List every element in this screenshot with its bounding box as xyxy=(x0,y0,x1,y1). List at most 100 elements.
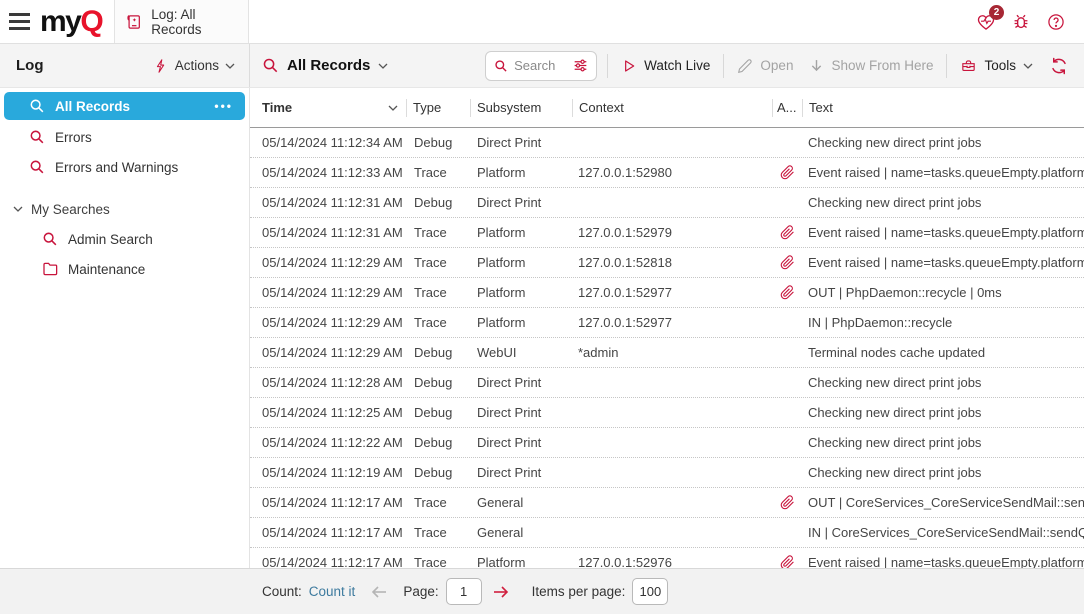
table-header-row: Time Type Subsystem Context A... Text xyxy=(250,88,1084,128)
log-row[interactable]: 05/14/2024 11:12:28 AM Debug Direct Prin… xyxy=(250,368,1084,398)
log-row[interactable]: 05/14/2024 11:12:22 AM Debug Direct Prin… xyxy=(250,428,1084,458)
cell-context: 127.0.0.1:52979 xyxy=(572,225,772,240)
log-row[interactable]: 05/14/2024 11:12:31 AM Trace Platform 12… xyxy=(250,218,1084,248)
cell-type: Trace xyxy=(406,315,470,330)
show-from-here-label: Show From Here xyxy=(831,58,933,73)
next-page-button[interactable] xyxy=(493,586,509,598)
items-per-page-input[interactable] xyxy=(632,578,668,605)
logo-text-my: my xyxy=(40,5,80,39)
sidebar-item-admin-search[interactable]: Admin Search xyxy=(0,224,249,254)
column-header-time[interactable]: Time xyxy=(250,99,406,117)
sidebar: All Records ••• Errors Errors and Warnin… xyxy=(0,88,250,568)
cell-context: 127.0.0.1:52980 xyxy=(572,165,772,180)
search-icon xyxy=(29,129,45,145)
column-header-attachment[interactable]: A... xyxy=(772,99,802,117)
search-icon xyxy=(29,98,45,114)
cell-subsystem: General xyxy=(470,495,572,510)
sidebar-item-errors[interactable]: Errors xyxy=(0,122,249,152)
paperclip-icon xyxy=(780,285,795,300)
tools-label: Tools xyxy=(984,58,1016,73)
sidebar-section-label: My Searches xyxy=(31,202,110,217)
help-button[interactable] xyxy=(1046,12,1066,32)
page-number-input[interactable] xyxy=(446,578,482,605)
sidebar-section-my-searches[interactable]: My Searches xyxy=(0,194,249,224)
toolbar-left: Log Actions xyxy=(0,44,250,87)
count-it-link[interactable]: Count it xyxy=(309,584,356,599)
cell-text: OUT | CoreServices_CoreServiceSendMail::… xyxy=(802,495,1084,510)
content-area: All Records ••• Errors Errors and Warnin… xyxy=(0,88,1084,568)
log-row[interactable]: 05/14/2024 11:12:33 AM Trace Platform 12… xyxy=(250,158,1084,188)
sidebar-item-maintenance[interactable]: Maintenance xyxy=(0,254,249,284)
cell-context: 127.0.0.1:52977 xyxy=(572,285,772,300)
log-row[interactable]: 05/14/2024 11:12:34 AM Debug Direct Prin… xyxy=(250,128,1084,158)
column-header-subsystem[interactable]: Subsystem xyxy=(470,99,572,117)
cell-attachment xyxy=(772,465,802,480)
previous-page-button[interactable] xyxy=(371,586,387,598)
column-header-context[interactable]: Context xyxy=(572,99,772,117)
log-row[interactable]: 05/14/2024 11:12:17 AM Trace Platform 12… xyxy=(250,548,1084,568)
log-table: Time Type Subsystem Context A... Text 05… xyxy=(250,88,1084,568)
pencil-icon xyxy=(737,58,753,74)
column-header-type[interactable]: Type xyxy=(406,99,470,117)
log-row[interactable]: 05/14/2024 11:12:17 AM Trace General IN … xyxy=(250,518,1084,548)
show-from-here-button[interactable]: Show From Here xyxy=(806,58,936,73)
toolbar-divider xyxy=(723,54,724,78)
tools-button[interactable]: Tools xyxy=(957,57,1036,74)
cell-attachment xyxy=(772,555,802,568)
sidebar-item-label: Maintenance xyxy=(68,262,145,277)
cell-attachment xyxy=(772,255,802,270)
hamburger-menu-icon[interactable] xyxy=(0,0,36,43)
watch-live-button[interactable]: Watch Live xyxy=(618,58,713,74)
log-row[interactable]: 05/14/2024 11:12:25 AM Debug Direct Prin… xyxy=(250,398,1084,428)
log-row[interactable]: 05/14/2024 11:12:29 AM Trace Platform 12… xyxy=(250,248,1084,278)
chevron-down-icon xyxy=(225,63,235,69)
toolbar-right: All Records xyxy=(250,44,1084,87)
refresh-button[interactable] xyxy=(1050,57,1068,75)
table-body: 05/14/2024 11:12:34 AM Debug Direct Prin… xyxy=(250,128,1084,568)
top-right-icons: 2 xyxy=(976,0,1084,43)
cell-subsystem: Direct Print xyxy=(470,135,572,150)
toolbar: Log Actions All Records xyxy=(0,44,1084,88)
logo-text-q: Q xyxy=(80,5,102,39)
cell-type: Trace xyxy=(406,555,470,568)
pagination-footer: Count: Count it Page: Items per page: xyxy=(0,568,1084,614)
log-row[interactable]: 05/14/2024 11:12:31 AM Debug Direct Prin… xyxy=(250,188,1084,218)
more-options-icon[interactable]: ••• xyxy=(214,99,233,113)
log-row[interactable]: 05/14/2024 11:12:29 AM Trace Platform 12… xyxy=(250,278,1084,308)
filter-sliders-icon[interactable] xyxy=(573,58,588,73)
sidebar-item-label: Admin Search xyxy=(68,232,153,247)
log-row[interactable]: 05/14/2024 11:12:19 AM Debug Direct Prin… xyxy=(250,458,1084,488)
view-selector[interactable]: All Records xyxy=(262,57,388,74)
tab-label: Log: All Records xyxy=(151,7,238,37)
log-row[interactable]: 05/14/2024 11:12:17 AM Trace General OUT… xyxy=(250,488,1084,518)
debug-bug-button[interactable] xyxy=(1011,12,1031,32)
myq-logo[interactable]: myQ xyxy=(36,0,114,43)
open-button[interactable]: Open xyxy=(734,58,796,74)
cell-text: Checking new direct print jobs xyxy=(802,435,1084,450)
folder-icon xyxy=(42,261,58,277)
cell-type: Debug xyxy=(406,465,470,480)
log-row[interactable]: 05/14/2024 11:12:29 AM Debug WebUI *admi… xyxy=(250,338,1084,368)
cell-subsystem: Platform xyxy=(470,165,572,180)
cell-attachment xyxy=(772,225,802,240)
log-row[interactable]: 05/14/2024 11:12:29 AM Trace Platform 12… xyxy=(250,308,1084,338)
actions-button[interactable]: Actions xyxy=(154,58,235,74)
cell-subsystem: Platform xyxy=(470,555,572,568)
tab-log-all-records[interactable]: Log: All Records xyxy=(114,0,249,43)
cell-subsystem: Platform xyxy=(470,315,572,330)
column-header-text[interactable]: Text xyxy=(802,99,1084,117)
cell-time: 05/14/2024 11:12:19 AM xyxy=(250,465,406,480)
health-heartbeat-button[interactable]: 2 xyxy=(976,12,996,32)
cell-time: 05/14/2024 11:12:33 AM xyxy=(250,165,406,180)
cell-subsystem: Direct Print xyxy=(470,375,572,390)
cell-text: Event raised | name=tasks.queueEmpty.pla… xyxy=(802,555,1084,568)
search-input[interactable] xyxy=(514,58,567,73)
cell-type: Trace xyxy=(406,495,470,510)
paperclip-icon xyxy=(780,225,795,240)
cell-time: 05/14/2024 11:12:31 AM xyxy=(250,195,406,210)
sidebar-item-errors-and-warnings[interactable]: Errors and Warnings xyxy=(0,152,249,182)
cell-time: 05/14/2024 11:12:17 AM xyxy=(250,525,406,540)
sidebar-item-all-records[interactable]: All Records ••• xyxy=(4,92,245,120)
actions-label: Actions xyxy=(175,58,219,73)
notification-badge: 2 xyxy=(989,5,1004,20)
